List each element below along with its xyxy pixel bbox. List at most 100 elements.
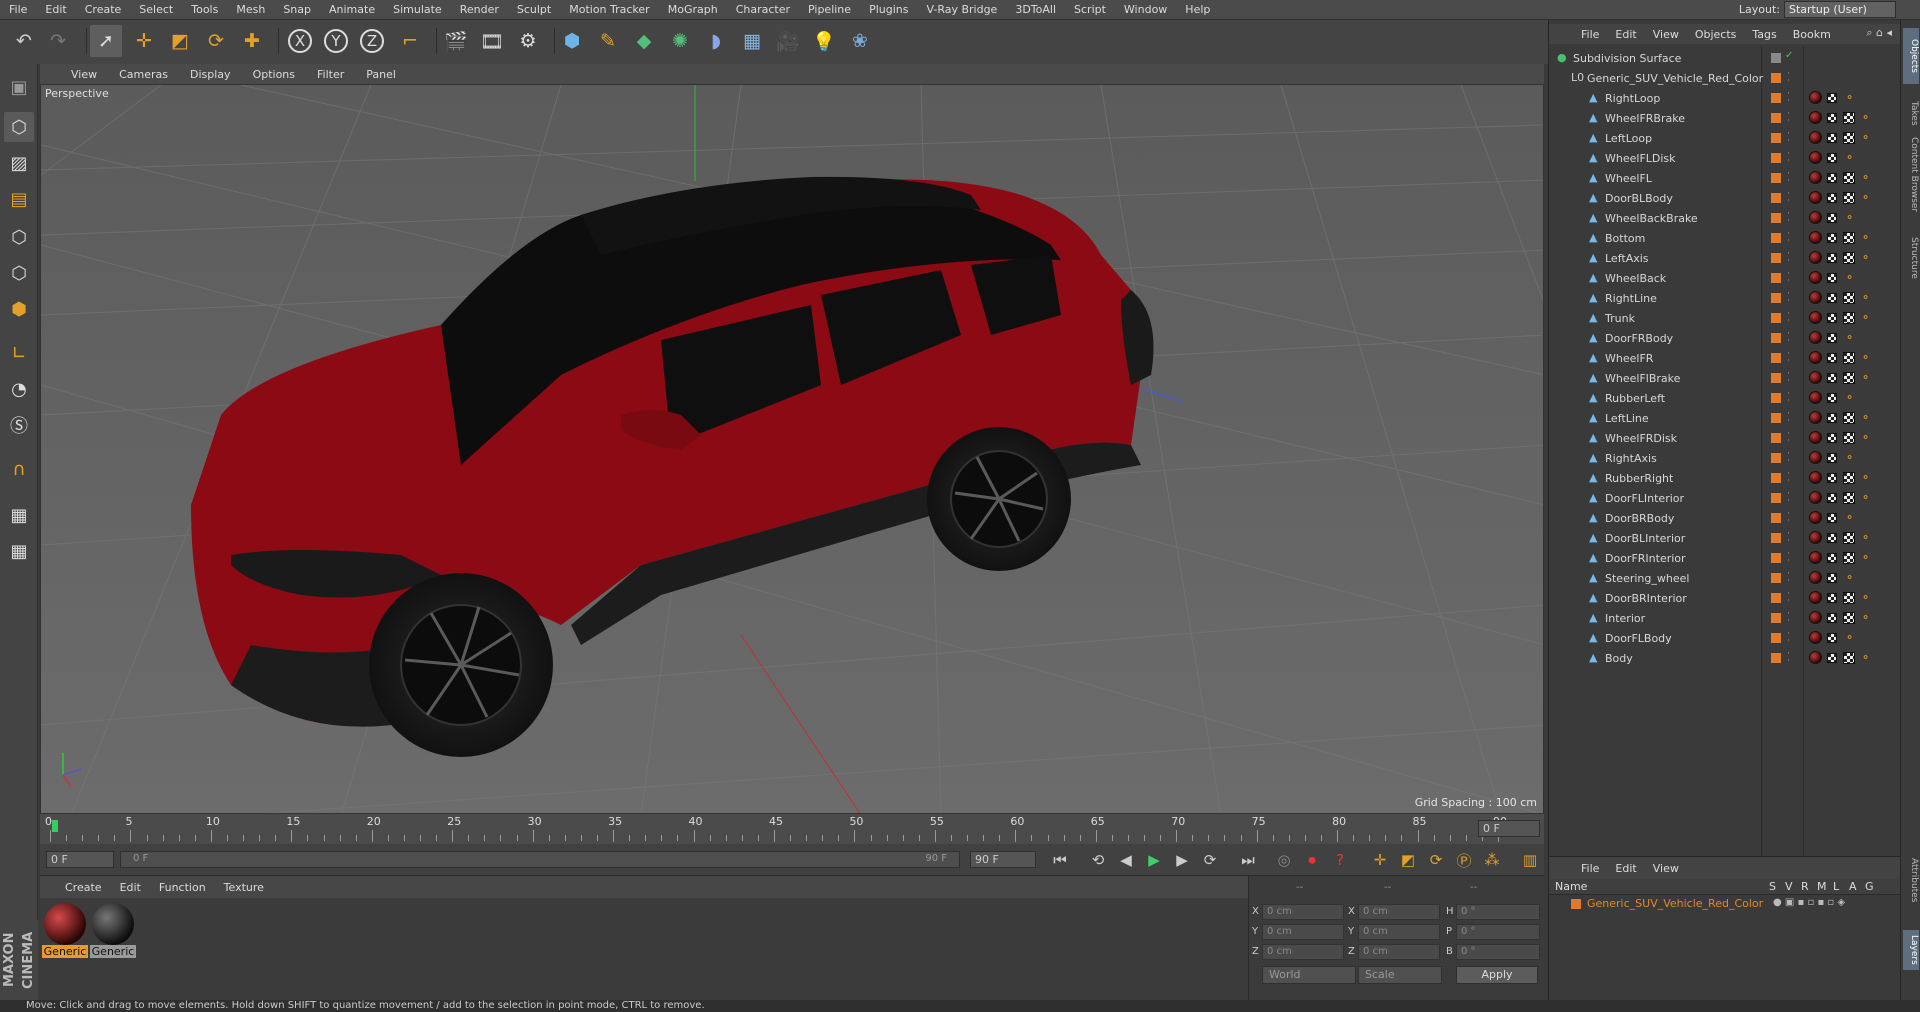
material-menu-function[interactable]: Function xyxy=(150,881,215,894)
size-mode-select[interactable]: Scale xyxy=(1358,966,1442,984)
phong-tag-icon[interactable]: ⚬ xyxy=(1861,591,1874,604)
visibility-dots[interactable]: · · xyxy=(1787,430,1790,446)
key-rotation-icon[interactable]: ⟳ xyxy=(1424,848,1448,872)
object-name[interactable]: WheelFL xyxy=(1605,172,1652,185)
visibility-dots[interactable]: · · xyxy=(1787,110,1790,126)
phong-tag-icon[interactable]: ⚬ xyxy=(1861,411,1874,424)
object-row[interactable]: ▲ DoorFLInterior · · ⚬ xyxy=(1549,488,1899,508)
menu-file[interactable]: File xyxy=(0,3,36,16)
layout-select[interactable]: Startup (User) xyxy=(1784,1,1896,18)
layer-name[interactable]: Generic_SUV_Vehicle_Red_Color xyxy=(1587,897,1763,910)
phong-tag-icon[interactable]: ⚬ xyxy=(1861,191,1874,204)
menu-select[interactable]: Select xyxy=(130,3,182,16)
material-tag-icon[interactable] xyxy=(1809,431,1822,444)
rotation-field[interactable]: 0 ° xyxy=(1456,924,1540,940)
key-point-level-icon[interactable]: ⁂ xyxy=(1480,848,1504,872)
side-tab-layers[interactable]: Layers xyxy=(1903,930,1919,970)
uvw-tag-icon[interactable] xyxy=(1843,552,1855,564)
pen-icon[interactable]: ✎ xyxy=(592,25,624,57)
object-row[interactable]: ▲ DoorFRBody · · ⚬ xyxy=(1549,328,1899,348)
deformer-icon[interactable]: ◗ xyxy=(700,25,732,57)
phong-tag-icon[interactable]: ⚬ xyxy=(1861,111,1874,124)
menu-tools[interactable]: Tools xyxy=(182,3,227,16)
texture-tag-icon[interactable] xyxy=(1827,233,1837,243)
cube-icon[interactable]: ⬢ xyxy=(556,25,588,57)
texture-tag-icon[interactable] xyxy=(1827,433,1837,443)
object-name[interactable]: WheelBackBrake xyxy=(1605,212,1698,225)
texture-tag-icon[interactable] xyxy=(1827,93,1837,103)
object-row[interactable]: ▲ WheelFRDisk · · ⚬ xyxy=(1549,428,1899,448)
object-name[interactable]: RightLoop xyxy=(1605,92,1660,105)
object-row[interactable]: ▲ Trunk · · ⚬ xyxy=(1549,308,1899,328)
menu-script[interactable]: Script xyxy=(1065,3,1115,16)
visibility-dots[interactable]: · · xyxy=(1787,150,1790,166)
move-icon[interactable]: ✛ xyxy=(128,25,160,57)
phong-tag-icon[interactable]: ⚬ xyxy=(1861,651,1874,664)
material-tag-icon[interactable] xyxy=(1809,91,1822,104)
object-row[interactable]: ▲ WheelFLDisk · · ⚬ xyxy=(1549,148,1899,168)
object-name[interactable]: WheelFlBrake xyxy=(1605,372,1680,385)
end-frame-field[interactable]: 90 F xyxy=(970,851,1036,868)
layer-menu-view[interactable]: View xyxy=(1645,862,1687,875)
material-tag-icon[interactable] xyxy=(1809,551,1822,564)
current-frame-field[interactable]: 0 F xyxy=(1478,820,1540,837)
points-mode-icon[interactable]: ⬡ xyxy=(4,222,34,252)
menu-render[interactable]: Render xyxy=(451,3,508,16)
y-axis-icon[interactable]: Y xyxy=(320,25,352,57)
texture-tag-icon[interactable] xyxy=(1827,533,1837,543)
object-name[interactable]: DoorBLInterior xyxy=(1605,532,1685,545)
visibility-dots[interactable]: · · xyxy=(1787,490,1790,506)
menu-create[interactable]: Create xyxy=(76,3,131,16)
key-position-icon[interactable]: ✛ xyxy=(1368,848,1392,872)
scale-icon[interactable]: ◩ xyxy=(164,25,196,57)
object-name[interactable]: LeftAxis xyxy=(1605,252,1649,265)
uvw-tag-icon[interactable] xyxy=(1843,132,1855,144)
texture-tag-icon[interactable] xyxy=(1827,413,1837,423)
texture-tag-icon[interactable] xyxy=(1827,593,1837,603)
visibility-dots[interactable]: · · xyxy=(1787,550,1790,566)
add-icon[interactable]: ✚ xyxy=(236,25,268,57)
object-row[interactable]: ▲ LeftLoop · · ⚬ xyxy=(1549,128,1899,148)
texture-tag-icon[interactable] xyxy=(1827,273,1837,283)
object-row[interactable]: ▲ Interior · · ⚬ xyxy=(1549,608,1899,628)
texture-tag-icon[interactable] xyxy=(1827,173,1837,183)
material-tag-icon[interactable] xyxy=(1809,471,1822,484)
texture-tag-icon[interactable] xyxy=(1827,253,1837,263)
texture-tag-icon[interactable] xyxy=(1827,453,1837,463)
rotation-field[interactable]: 0 ° xyxy=(1456,944,1540,960)
record-keys-icon[interactable]: ◎ xyxy=(1272,848,1296,872)
object-name[interactable]: WheelFRDisk xyxy=(1605,432,1677,445)
size-field[interactable]: 0 cm xyxy=(1358,904,1440,920)
cloner-icon[interactable]: ✺ xyxy=(664,25,696,57)
object-name[interactable]: Generic_SUV_Vehicle_Red_Color xyxy=(1587,72,1763,85)
material-menu-create[interactable]: Create xyxy=(56,881,111,894)
material-menu-texture[interactable]: Texture xyxy=(215,881,273,894)
autokey-icon[interactable]: ⏺ xyxy=(1300,848,1324,872)
side-tab-structure[interactable]: Structure xyxy=(1903,230,1919,286)
frame-range-slider[interactable]: 0 F 90 F xyxy=(120,851,960,868)
object-name[interactable]: Interior xyxy=(1605,612,1645,625)
tweak-mode-icon[interactable]: ◔ xyxy=(4,374,34,404)
rotation-field[interactable]: 0 ° xyxy=(1456,904,1540,920)
menu-motion-tracker[interactable]: Motion Tracker xyxy=(560,3,658,16)
workplane-icon[interactable]: ▤ xyxy=(4,184,34,214)
phong-tag-icon[interactable]: ⚬ xyxy=(1845,331,1858,344)
uvw-tag-icon[interactable] xyxy=(1843,232,1855,244)
visibility-dots[interactable]: · · xyxy=(1787,250,1790,266)
object-menu-tags[interactable]: Tags xyxy=(1744,28,1784,41)
phong-tag-icon[interactable]: ⚬ xyxy=(1845,571,1858,584)
visibility-dots[interactable]: · · xyxy=(1787,390,1790,406)
texture-tag-icon[interactable] xyxy=(1827,553,1837,563)
object-name[interactable]: LeftLoop xyxy=(1605,132,1652,145)
uvw-tag-icon[interactable] xyxy=(1843,352,1855,364)
object-menu-file[interactable]: File xyxy=(1573,28,1607,41)
object-menu-view[interactable]: View xyxy=(1645,28,1687,41)
menu-snap[interactable]: Snap xyxy=(274,3,320,16)
make-editable-icon[interactable]: ▣ xyxy=(4,72,34,102)
texture-tag-icon[interactable] xyxy=(1827,393,1837,403)
menu-animate[interactable]: Animate xyxy=(320,3,384,16)
viewport-menu-filter[interactable]: Filter xyxy=(306,68,355,81)
snap-icon[interactable]: Ⓢ xyxy=(4,410,34,440)
key-scale-icon[interactable]: ◩ xyxy=(1396,848,1420,872)
material-tag-icon[interactable] xyxy=(1809,511,1822,524)
